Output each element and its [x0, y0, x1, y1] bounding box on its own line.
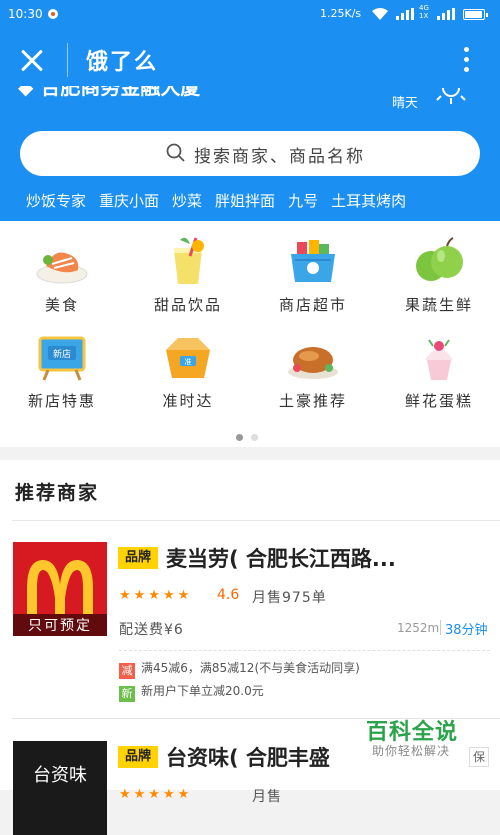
- delivery-fee: 配送费¥6: [119, 622, 184, 638]
- signal-icon-1: [396, 8, 414, 23]
- weather-text: 晴天: [392, 96, 419, 111]
- salmon-dish-icon: [34, 236, 90, 286]
- logo-caption: 台资味: [33, 765, 87, 786]
- brand-badge: 品牌: [118, 547, 158, 569]
- close-icon[interactable]: [14, 42, 52, 78]
- new-user-badge: 新: [119, 686, 135, 702]
- search-placeholder: 搜索商家、商品名称: [194, 147, 365, 167]
- delivery-time: 38分钟: [445, 623, 488, 638]
- hot-word[interactable]: 九号: [288, 190, 318, 211]
- category-new-shops[interactable]: 新店 新店特惠: [7, 332, 117, 411]
- hot-word[interactable]: 土耳其烤肉: [331, 190, 406, 211]
- battery-icon: [463, 9, 488, 20]
- address-label[interactable]: ◆ 合肥商务金融大厦: [18, 86, 200, 104]
- discount-badge: 减: [119, 663, 135, 679]
- hot-word[interactable]: 胖姐拌面: [215, 190, 275, 211]
- juice-cup-icon: [160, 236, 216, 286]
- promo-text: 满45减6，满85减12(不与美食活动同享): [141, 661, 360, 675]
- status-bar: 10:30 1.25K/s 4G 1X: [0, 0, 500, 28]
- on-time-box-icon: 准: [160, 332, 216, 382]
- category-pager: [236, 426, 266, 445]
- cupcake-icon: [411, 332, 467, 382]
- shop-card[interactable]: 只可预定 品牌 麦当劳( 合肥长江西路... ★★★★★ 4.6 月售975单 …: [0, 542, 500, 702]
- more-options-icon[interactable]: [456, 44, 476, 78]
- green-apple-icon: [411, 236, 467, 286]
- category-label: 新店特惠: [27, 392, 96, 410]
- promo-text: 新用户下单立减20.0元: [141, 684, 264, 698]
- nav-bar: 饿了么: [0, 28, 500, 90]
- category-label: 土豪推荐: [278, 392, 347, 410]
- promo-discount: 减满45减6，满85减12(不与美食活动同享): [119, 659, 360, 679]
- page-title: 饿了么: [86, 50, 159, 75]
- category-label: 鲜花蛋糕: [404, 392, 473, 410]
- new-shop-sign-icon: 新店: [34, 332, 90, 382]
- signal-icon-2: [437, 8, 455, 23]
- category-label: 商店超市: [278, 296, 347, 314]
- roast-chicken-icon: [285, 332, 341, 382]
- svg-text:新店: 新店: [53, 348, 71, 360]
- category-label: 准时达: [162, 392, 214, 410]
- distance: 1252m: [397, 621, 440, 635]
- hot-search-words: 炒饭专家 重庆小面 炒菜 胖姐拌面 九号 土耳其烤肉: [26, 190, 419, 212]
- shop-logo: 台资味: [13, 741, 107, 835]
- hot-word[interactable]: 炒饭专家: [26, 190, 86, 211]
- divider: [440, 620, 441, 635]
- network-speed: 1.25K/s: [320, 7, 362, 20]
- divider: [12, 520, 500, 521]
- category-on-time[interactable]: 准 准时达: [133, 332, 243, 411]
- pager-dot[interactable]: [251, 434, 258, 441]
- shop-name: 麦当劳( 合肥长江西路...: [166, 547, 396, 571]
- notification-icon: [48, 9, 58, 19]
- search-icon: [166, 143, 186, 167]
- divider: [119, 650, 490, 651]
- category-flowers-cakes[interactable]: 鲜花蛋糕: [384, 332, 494, 411]
- shop-name: 台资味( 合肥丰盛: [166, 746, 330, 770]
- category-label: 甜品饮品: [153, 296, 222, 314]
- location-pin-icon: ◆: [18, 86, 34, 99]
- nav-divider: [67, 43, 68, 77]
- star-rating-icon: ★★★★★: [119, 787, 193, 802]
- star-rating-icon: ★★★★★: [119, 588, 193, 603]
- pager-dot-active[interactable]: [236, 434, 243, 441]
- address-text: 合肥商务金融大厦: [40, 86, 201, 99]
- shop-logo: 只可预定: [13, 542, 107, 636]
- monthly-sales: 月售975单: [252, 590, 327, 606]
- shopping-basket-icon: [285, 236, 341, 286]
- monthly-sales: 月售: [252, 789, 282, 805]
- logo-caption: 只可预定: [28, 618, 92, 634]
- hot-word[interactable]: 重庆小面: [99, 190, 159, 211]
- category-desserts-drinks[interactable]: 甜品饮品: [133, 236, 243, 315]
- brand-badge: 品牌: [118, 746, 158, 768]
- category-premium[interactable]: 土豪推荐: [258, 332, 368, 411]
- watermark-subtitle: 助你轻松解决: [372, 744, 451, 758]
- status-time: 10:30: [8, 7, 43, 21]
- search-bar[interactable]: 搜索商家、商品名称: [20, 131, 480, 176]
- side-tag[interactable]: 保: [469, 747, 489, 767]
- sun-icon: [432, 88, 470, 108]
- svg-text:准: 准: [185, 357, 192, 366]
- section-title: 推荐商家: [15, 482, 100, 504]
- wifi-icon: [371, 7, 389, 24]
- category-fruit-veg[interactable]: 果蔬生鲜: [384, 236, 494, 315]
- promo-new-user: 新新用户下单立减20.0元: [119, 682, 264, 702]
- hot-word[interactable]: 炒菜: [172, 190, 202, 211]
- rating-value: 4.6: [217, 587, 240, 603]
- category-label: 果蔬生鲜: [404, 296, 473, 314]
- category-supermarket[interactable]: 商店超市: [258, 236, 368, 315]
- category-food[interactable]: 美食: [7, 236, 117, 315]
- network-type: 4G 1X: [419, 4, 429, 20]
- category-label: 美食: [44, 296, 79, 314]
